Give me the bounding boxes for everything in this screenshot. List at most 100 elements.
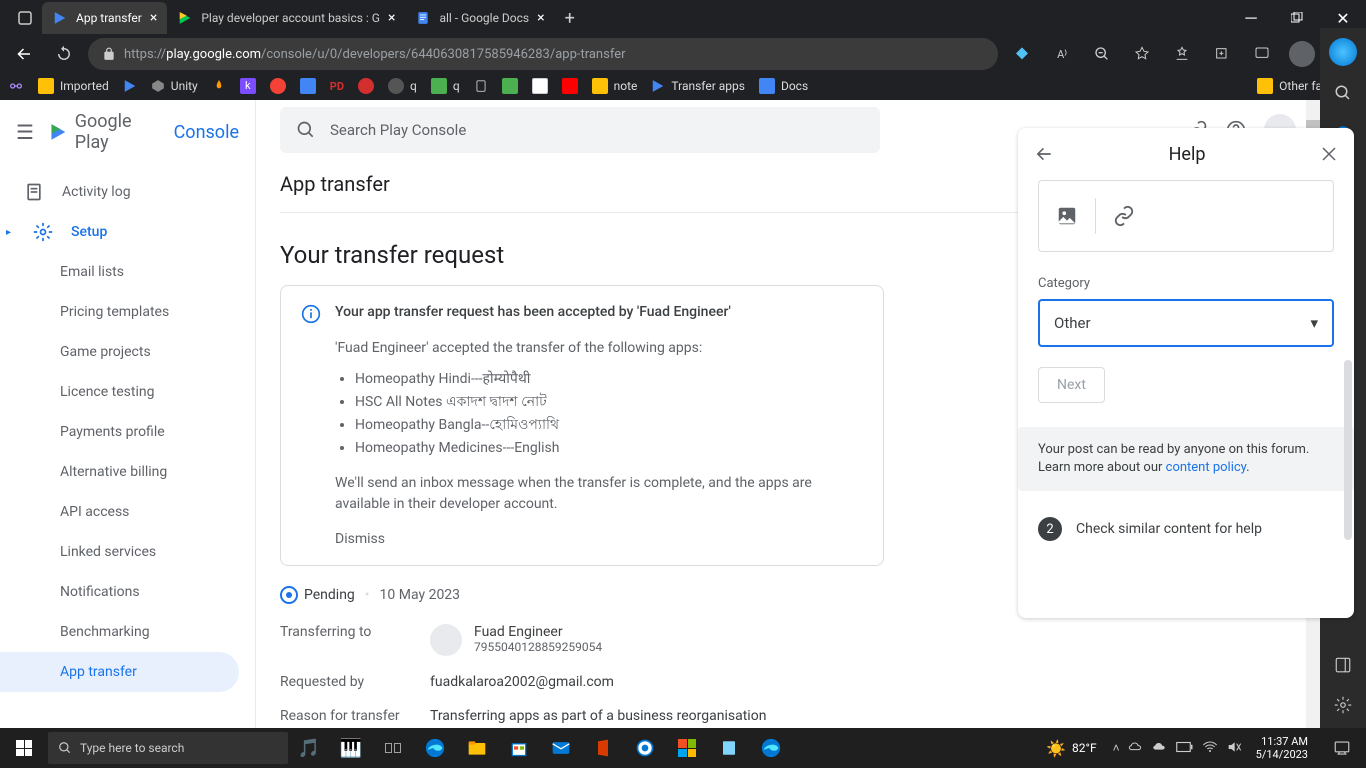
bookmark-item[interactable]: [212, 79, 226, 93]
zoom-icon[interactable]: [1086, 38, 1118, 70]
bookmark-item[interactable]: k: [240, 78, 256, 94]
collections-icon[interactable]: [1206, 38, 1238, 70]
nav-licence-testing[interactable]: Licence testing: [0, 372, 239, 412]
help-close-icon[interactable]: [1320, 145, 1338, 163]
attach-link-icon[interactable]: [1096, 194, 1152, 238]
office-taskbar-icon[interactable]: [582, 728, 624, 768]
bookmark-item[interactable]: [8, 78, 24, 94]
bookmark-note[interactable]: note: [592, 78, 638, 94]
tab-actions-icon[interactable]: [8, 3, 42, 33]
browser-tab-2[interactable]: all - Google Docs ×: [405, 2, 554, 34]
help-back-icon[interactable]: [1034, 144, 1054, 164]
nav-linked-services[interactable]: Linked services: [0, 532, 239, 572]
weather-widget[interactable]: ☀️ 82°F: [1036, 739, 1107, 758]
taskbar-app-icon[interactable]: 🎵: [288, 728, 330, 768]
nav-email-lists[interactable]: Email lists: [0, 252, 239, 292]
bookmark-item[interactable]: [270, 78, 286, 94]
settings-sidebar-icon[interactable]: [1334, 696, 1352, 718]
new-tab-button[interactable]: +: [555, 8, 585, 29]
nav-game-projects[interactable]: Game projects: [0, 332, 239, 372]
tray-chevron-icon[interactable]: ˄: [1113, 741, 1120, 755]
menu-toggle-icon[interactable]: ☰: [16, 120, 34, 144]
browser-tab-1[interactable]: Play developer account basics : G ×: [167, 2, 405, 34]
browser-essentials-icon[interactable]: [1246, 38, 1278, 70]
read-aloud-icon[interactable]: A⁾: [1046, 38, 1078, 70]
help-scrollbar-thumb[interactable]: [1344, 360, 1352, 540]
attach-image-icon[interactable]: [1039, 194, 1095, 238]
app-list-item: Homeopathy Hindi---होम्योपैथी: [355, 369, 863, 390]
category-select[interactable]: Other ▾: [1038, 299, 1334, 347]
notification-center-icon[interactable]: [1322, 728, 1362, 768]
store-taskbar-icon[interactable]: [498, 728, 540, 768]
bookmark-unity[interactable]: Unity: [151, 79, 198, 93]
edge-taskbar-icon[interactable]: [750, 728, 792, 768]
volume-tray-icon[interactable]: [1226, 739, 1242, 758]
bookmark-item[interactable]: [300, 78, 316, 94]
bing-chat-icon[interactable]: [1329, 38, 1357, 66]
bookmark-item[interactable]: [562, 78, 578, 94]
nav-setup-header[interactable]: ▸ Setup: [0, 212, 239, 252]
back-button[interactable]: [8, 38, 40, 70]
taskbar-app-icon[interactable]: 🎹: [330, 728, 372, 768]
app-taskbar-icon[interactable]: [708, 728, 750, 768]
taskbar-search[interactable]: Type here to search: [48, 732, 288, 764]
nav-payments-profile[interactable]: Payments profile: [0, 412, 239, 452]
bookmark-item[interactable]: [123, 79, 137, 93]
onedrive-tray-icon[interactable]: [1128, 739, 1144, 758]
battery-tray-icon[interactable]: [1176, 741, 1194, 756]
app-taskbar-icon[interactable]: [624, 728, 666, 768]
bookmark-imported[interactable]: Imported: [38, 78, 109, 94]
nav-benchmarking[interactable]: Benchmarking: [0, 612, 239, 652]
favorite-star-icon[interactable]: [1126, 38, 1158, 70]
nav-notifications[interactable]: Notifications: [0, 572, 239, 612]
tab-close-icon[interactable]: ×: [388, 10, 395, 26]
maximize-button[interactable]: [1274, 2, 1320, 34]
bookmark-item[interactable]: PD: [330, 80, 344, 93]
help-step-2[interactable]: 2 Check similar content for help: [1038, 509, 1334, 549]
help-panel: Help Category Other ▾ Next Your post can…: [1018, 128, 1354, 618]
category-label: Category: [1038, 276, 1334, 291]
bookmark-transfer-apps[interactable]: Transfer apps: [651, 79, 745, 93]
help-title: Help: [1054, 144, 1320, 165]
taskbar-clock[interactable]: 11:37 AM 5/14/2023: [1248, 735, 1316, 761]
browser-tab-0[interactable]: App transfer ×: [42, 2, 167, 34]
profile-avatar[interactable]: [1286, 38, 1318, 70]
search-icon: [58, 741, 72, 755]
bookmark-docs[interactable]: Docs: [759, 78, 808, 94]
next-button[interactable]: Next: [1038, 367, 1105, 403]
info-icon: [301, 304, 321, 324]
favorites-bar-icon[interactable]: [1166, 38, 1198, 70]
shopping-tag-icon[interactable]: [1006, 38, 1038, 70]
edge-taskbar-icon[interactable]: [414, 728, 456, 768]
wifi-tray-icon[interactable]: [1202, 739, 1218, 758]
bookmark-item[interactable]: [474, 79, 488, 93]
mail-taskbar-icon[interactable]: [540, 728, 582, 768]
cloud-tray-icon[interactable]: [1152, 739, 1168, 758]
bookmark-item[interactable]: [358, 78, 374, 94]
bookmark-item[interactable]: [502, 78, 518, 94]
sidebar-toggle-icon[interactable]: [1334, 656, 1352, 678]
nav-pricing-templates[interactable]: Pricing templates: [0, 292, 239, 332]
address-bar[interactable]: https://play.google.com/console/u/0/deve…: [88, 38, 998, 70]
bookmark-item[interactable]: [532, 78, 548, 94]
bookmark-q1[interactable]: q: [388, 78, 417, 94]
nav-alternative-billing[interactable]: Alternative billing: [0, 452, 239, 492]
nav-api-access[interactable]: API access: [0, 492, 239, 532]
app-taskbar-icon[interactable]: [666, 728, 708, 768]
tab-close-icon[interactable]: ×: [537, 10, 544, 26]
start-button[interactable]: [0, 728, 48, 768]
nav-activity-log[interactable]: Activity log: [0, 172, 239, 212]
refresh-button[interactable]: [48, 38, 80, 70]
explorer-taskbar-icon[interactable]: [456, 728, 498, 768]
play-console-logo[interactable]: Google Play Console: [48, 111, 239, 153]
minimize-button[interactable]: ─: [1228, 2, 1274, 34]
bookmark-q2[interactable]: q: [431, 78, 460, 94]
search-sidebar-icon[interactable]: [1334, 84, 1352, 106]
tab-close-icon[interactable]: ×: [150, 10, 157, 26]
nav-app-transfer[interactable]: App transfer: [0, 652, 239, 692]
dismiss-button[interactable]: Dismiss: [335, 531, 863, 547]
content-policy-link[interactable]: content policy: [1166, 460, 1247, 475]
task-view-icon[interactable]: [372, 728, 414, 768]
search-input[interactable]: Search Play Console: [280, 107, 880, 153]
play-favicon-icon: [52, 10, 68, 26]
